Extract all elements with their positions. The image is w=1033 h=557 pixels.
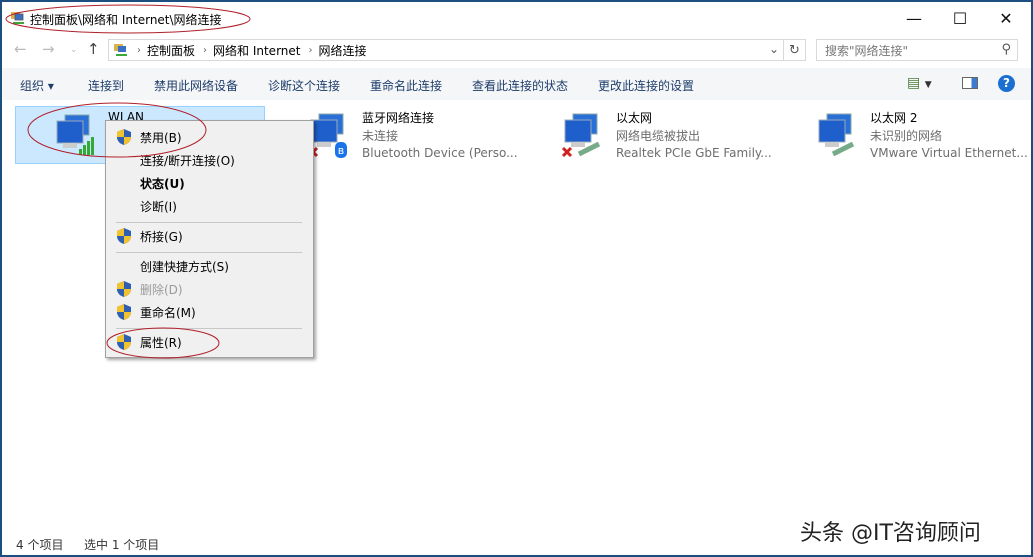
network-folder-icon: [114, 44, 127, 56]
forward-arrow-icon[interactable]: →: [42, 40, 55, 58]
uac-shield-icon: [117, 281, 131, 297]
connection-device: Bluetooth Device (Perso...: [362, 146, 518, 160]
close-button[interactable]: ✕: [983, 2, 1029, 34]
connection-status: 网络电缆被拔出: [616, 129, 701, 143]
uac-shield-icon: [117, 304, 131, 320]
connection-name: 以太网: [616, 111, 653, 125]
uac-shield-icon: [117, 129, 131, 145]
window-title: 控制面板\网络和 Internet\网络连接: [30, 13, 222, 27]
ethernet-network-icon: [561, 113, 601, 158]
rename-button[interactable]: 重命名此连接: [370, 77, 442, 94]
connection-name: 蓝牙网络连接: [362, 111, 435, 125]
search-placeholder: 搜索"网络连接": [825, 43, 909, 58]
command-bar: 组织 ▾ 连接到 禁用此网络设备 诊断这个连接 重命名此连接 查看此连接的状态 …: [2, 68, 1031, 100]
breadcrumb-separator: ›: [308, 44, 313, 56]
menu-item-diagnose[interactable]: 诊断(I): [106, 195, 313, 217]
uac-shield-icon: [117, 228, 131, 244]
breadcrumb-separator: ›: [203, 44, 208, 56]
menu-separator: [116, 222, 302, 223]
breadcrumb-network-internet[interactable]: 网络和 Internet: [213, 42, 300, 59]
menu-separator: [116, 252, 302, 253]
back-arrow-icon[interactable]: ←: [14, 40, 27, 58]
diagnose-button[interactable]: 诊断这个连接: [268, 77, 340, 94]
minimize-button[interactable]: —: [891, 2, 937, 34]
context-menu: 禁用(B) 连接/断开连接(O) 状态(U) 诊断(I) 桥接(G) 创建快捷方…: [105, 120, 314, 358]
menu-item-properties[interactable]: 属性(R): [106, 331, 313, 353]
menu-item-create-shortcut[interactable]: 创建快捷方式(S): [106, 255, 313, 277]
explorer-window: 控制面板\网络和 Internet\网络连接 — ☐ ✕ ← → ⌄ ↑ › 控…: [2, 2, 1031, 555]
preview-pane-icon[interactable]: [962, 77, 978, 89]
view-status-button[interactable]: 查看此连接的状态: [472, 77, 568, 94]
refresh-button[interactable]: ↻: [784, 39, 806, 61]
wireless-network-icon: [56, 114, 94, 155]
menu-item-delete: 删除(D): [106, 278, 313, 300]
ethernet-network-icon: [818, 113, 855, 157]
connection-status: 未识别的网络: [870, 129, 943, 143]
breadcrumb-separator: ›: [137, 44, 141, 56]
maximize-button[interactable]: ☐: [937, 2, 983, 34]
item-count: 4 个项目: [16, 538, 64, 552]
search-input[interactable]: 搜索"网络连接" ⚲: [816, 39, 1018, 61]
connect-to-button[interactable]: 连接到: [88, 77, 124, 94]
address-dropdown-icon[interactable]: ⌄: [769, 42, 779, 56]
title-bar: 控制面板\网络和 Internet\网络连接 — ☐ ✕: [2, 2, 1031, 34]
breadcrumb-control-panel[interactable]: 控制面板: [147, 42, 195, 59]
network-folder-icon: [11, 12, 24, 24]
menu-item-bridge[interactable]: 桥接(G): [106, 225, 313, 247]
svg-text:ʙ: ʙ: [338, 144, 344, 157]
uac-shield-icon: [117, 334, 131, 350]
connection-device: VMware Virtual Ethernet...: [870, 146, 1028, 160]
connection-device: Realtek PCIe GbE Family...: [616, 146, 772, 160]
help-icon[interactable]: ?: [998, 75, 1015, 92]
menu-item-connect-disconnect[interactable]: 连接/断开连接(O): [106, 149, 313, 171]
recent-chevron-icon[interactable]: ⌄: [70, 45, 78, 55]
connection-name: 以太网 2: [870, 111, 918, 125]
address-row: ← → ⌄ ↑ › 控制面板 › 网络和 Internet › 网络连接 ⌄ ↻…: [2, 38, 1031, 64]
menu-separator: [116, 328, 302, 329]
connection-ethernet[interactable]: 以太网 网络电缆被拔出 Realtek PCIe GbE Family...: [524, 106, 774, 164]
up-arrow-icon[interactable]: ↑: [87, 40, 100, 58]
disable-device-button[interactable]: 禁用此网络设备: [154, 77, 238, 94]
breadcrumb-network-connections[interactable]: 网络连接: [318, 42, 366, 59]
menu-item-status[interactable]: 状态(U): [106, 172, 313, 194]
address-bar[interactable]: › 控制面板 › 网络和 Internet › 网络连接 ⌄: [108, 39, 784, 61]
organize-menu[interactable]: 组织 ▾: [20, 77, 54, 94]
change-settings-button[interactable]: 更改此连接的设置: [598, 77, 694, 94]
watermark: 头条 @IT咨询顾问: [800, 521, 981, 546]
search-icon: ⚲: [1001, 42, 1011, 57]
menu-item-rename[interactable]: 重命名(M): [106, 301, 313, 323]
menu-item-disable[interactable]: 禁用(B): [106, 126, 313, 148]
connection-ethernet-2[interactable]: 以太网 2 未识别的网络 VMware Virtual Ethernet...: [778, 106, 1028, 164]
connection-status: 未连接: [362, 129, 399, 143]
selected-count: 选中 1 个项目: [84, 538, 160, 552]
view-options-icon[interactable]: ▤ ▼: [907, 75, 932, 91]
